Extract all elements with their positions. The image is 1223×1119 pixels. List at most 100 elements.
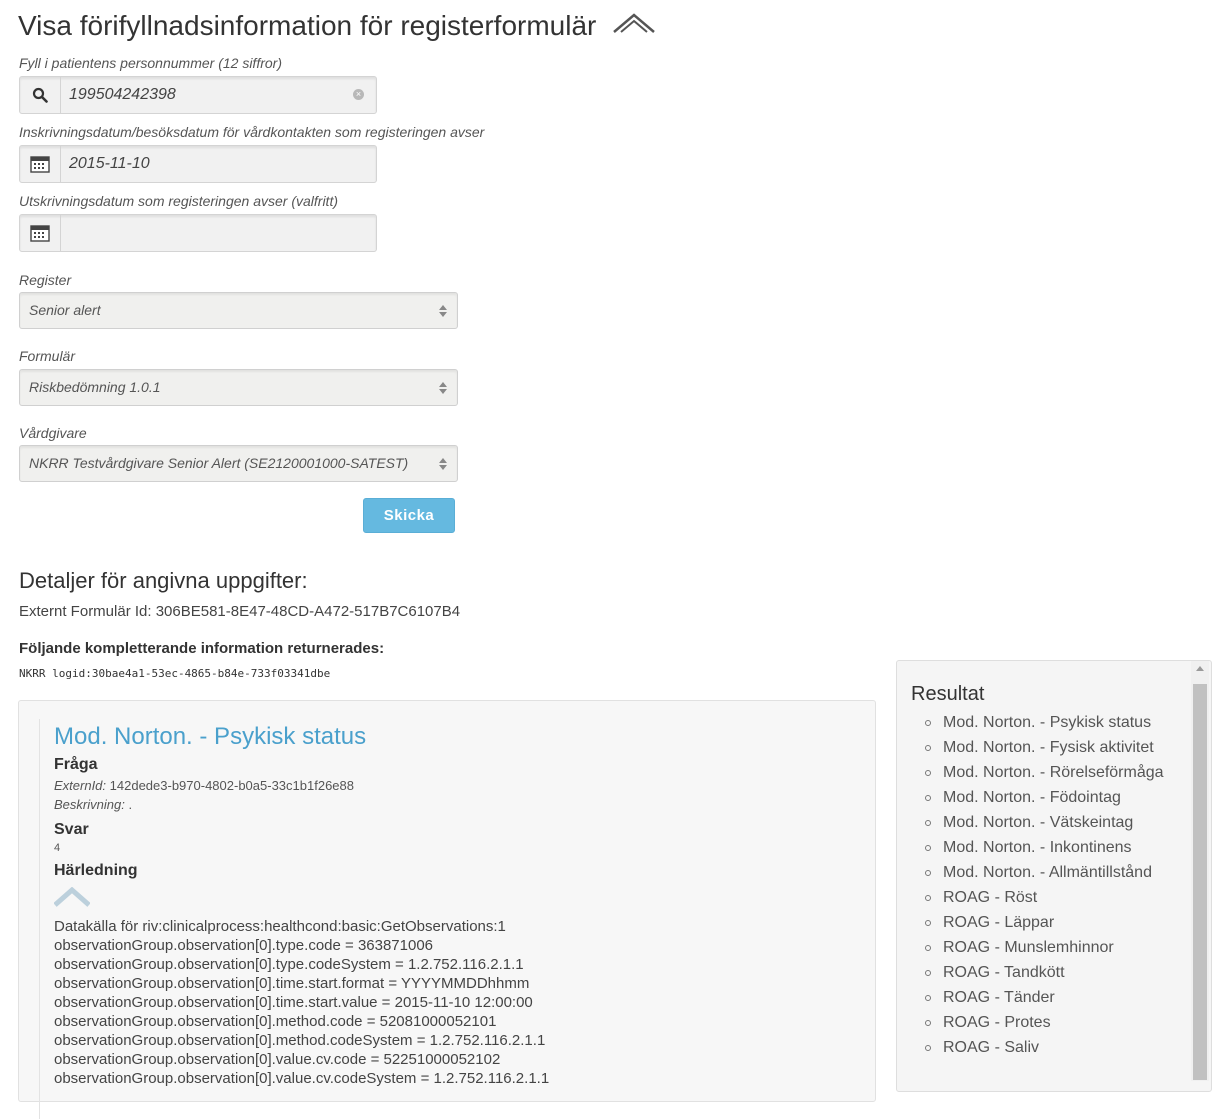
select-arrows-icon (438, 457, 448, 476)
derivation-line: observationGroup.observation[0].time.sta… (54, 994, 533, 1011)
results-item[interactable]: Mod. Norton. - Rörelseförmåga (923, 763, 1183, 782)
select-arrows-icon (438, 304, 448, 323)
bullet-icon (925, 845, 931, 851)
beskrivning-key: Beskrivning: (54, 797, 125, 812)
page-title-text: Visa förifyllnadsinformation för registe… (18, 10, 597, 41)
results-item-label[interactable]: ROAG - Röst (943, 889, 1037, 906)
results-item-label[interactable]: ROAG - Munslemhinnor (943, 939, 1114, 956)
results-item-label[interactable]: ROAG - Saliv (943, 1039, 1039, 1056)
results-item-label[interactable]: ROAG - Läppar (943, 914, 1054, 931)
personnummer-field[interactable]: 199504242398 × (19, 76, 377, 114)
results-item[interactable]: Mod. Norton. - Vätskeintag (923, 813, 1183, 832)
derivation-line: observationGroup.observation[0].method.c… (54, 1013, 497, 1030)
external-id-key: ExternId: (54, 778, 107, 793)
fraga-heading: Fråga (54, 756, 98, 773)
question-title[interactable]: Mod. Norton. - Psykisk status (54, 723, 366, 751)
log-id: NKRR logid:30bae4a1-53ec-4865-b84e-733f0… (19, 667, 331, 680)
results-scrollbar-thumb[interactable] (1193, 684, 1207, 1080)
results-title: Resultat (911, 683, 985, 705)
results-item-label[interactable]: Mod. Norton. - Vätskeintag (943, 814, 1133, 831)
results-item[interactable]: ROAG - Läppar (923, 913, 1183, 932)
scroll-up-arrow-icon[interactable] (1196, 666, 1204, 671)
derivation-line: observationGroup.observation[0].time.sta… (54, 975, 530, 992)
register-selected-value: Senior alert (29, 302, 101, 318)
results-item[interactable]: Mod. Norton. - Allmäntillstånd (923, 863, 1183, 882)
results-item-label[interactable]: ROAG - Tänder (943, 989, 1055, 1006)
bullet-icon (925, 1020, 931, 1026)
formular-select[interactable]: Riskbedömning 1.0.1 (19, 369, 458, 406)
details-heading: Detaljer för angivna uppgifter: (19, 568, 308, 593)
derivation-line: observationGroup.observation[0].type.cod… (54, 937, 434, 954)
calendar-icon[interactable] (20, 146, 61, 182)
beskrivning-value: . (128, 797, 133, 812)
derivation-line: observationGroup.observation[0].value.cv… (54, 1070, 550, 1087)
collapse-chevron-icon[interactable] (53, 886, 91, 912)
svar-value: 4 (54, 842, 61, 854)
results-item[interactable]: Mod. Norton. - Födointag (923, 788, 1183, 807)
personnummer-value[interactable]: 199504242398 (69, 77, 176, 113)
bullet-icon (925, 870, 931, 876)
utskrivning-label: Utskrivningsdatum som registeringen avse… (19, 193, 338, 209)
external-form-id: Externt Formulär Id: 306BE581-8E47-48CD-… (19, 603, 461, 620)
svar-heading: Svar (54, 821, 89, 838)
formular-label: Formulär (19, 348, 76, 364)
results-item-label[interactable]: Mod. Norton. - Födointag (943, 789, 1121, 806)
calendar-icon[interactable] (20, 215, 61, 251)
results-item[interactable]: ROAG - Protes (923, 1013, 1183, 1032)
derivation-line: observationGroup.observation[0].method.c… (54, 1032, 546, 1049)
personnummer-label: Fyll i patientens personnummer (12 siffr… (19, 55, 282, 71)
bullet-icon (925, 945, 931, 951)
results-item-label[interactable]: ROAG - Tandkött (943, 964, 1065, 981)
derivation-line: Datakälla för riv:clinicalprocess:health… (54, 918, 506, 935)
clear-input-icon[interactable]: × (353, 89, 364, 100)
inskrivning-date-field[interactable]: 2015-11-10 (19, 145, 377, 183)
submit-button[interactable]: Skicka (363, 498, 455, 533)
formular-selected-value: Riskbedömning 1.0.1 (29, 379, 161, 395)
register-label: Register (19, 272, 72, 288)
external-id-line: ExternId: 142dede3-b970-4802-b0a5-33c1b1… (54, 778, 354, 793)
bullet-icon (925, 995, 931, 1001)
vardgivare-select[interactable]: NKRR Testvårdgivare Senior Alert (SE2120… (19, 445, 458, 482)
search-icon (20, 77, 61, 113)
results-item[interactable]: Mod. Norton. - Inkontinens (923, 838, 1183, 857)
page-title: Visa förifyllnadsinformation för registe… (18, 10, 656, 42)
results-item[interactable]: ROAG - Saliv (923, 1038, 1183, 1057)
collapse-chevron-icon[interactable] (612, 9, 656, 41)
derivation-text: Datakälla för riv:clinicalprocess:health… (54, 917, 549, 1088)
vardgivare-label: Vårdgivare (19, 425, 87, 441)
bullet-icon (925, 795, 931, 801)
results-item-label[interactable]: Mod. Norton. - Inkontinens (943, 839, 1132, 856)
utskrivning-date-field[interactable] (19, 214, 377, 252)
bullet-icon (925, 745, 931, 751)
results-item-label[interactable]: Mod. Norton. - Fysisk aktivitet (943, 739, 1154, 756)
results-item[interactable]: ROAG - Tandkött (923, 963, 1183, 982)
harledning-heading: Härledning (54, 862, 138, 879)
results-item-label[interactable]: Mod. Norton. - Allmäntillstånd (943, 864, 1152, 881)
results-item-label[interactable]: Mod. Norton. - Rörelseförmåga (943, 764, 1164, 781)
bullet-icon (925, 1045, 931, 1051)
bullet-icon (925, 895, 931, 901)
derivation-line: observationGroup.observation[0].type.cod… (54, 956, 524, 973)
results-item[interactable]: ROAG - Tänder (923, 988, 1183, 1007)
select-arrows-icon (438, 381, 448, 400)
results-list: Mod. Norton. - Psykisk status Mod. Norto… (923, 713, 1183, 1063)
bullet-icon (925, 970, 931, 976)
register-select[interactable]: Senior alert (19, 292, 458, 329)
bullet-icon (925, 720, 931, 726)
bullet-icon (925, 770, 931, 776)
results-item[interactable]: Mod. Norton. - Fysisk aktivitet (923, 738, 1183, 757)
results-item[interactable]: ROAG - Munslemhinnor (923, 938, 1183, 957)
results-item[interactable]: Mod. Norton. - Psykisk status (923, 713, 1183, 732)
results-item-label[interactable]: ROAG - Protes (943, 1014, 1051, 1031)
derivation-line: observationGroup.observation[0].value.cv… (54, 1051, 501, 1068)
external-id-value: 142dede3-b970-4802-b0a5-33c1b1f26e88 (109, 778, 354, 793)
vardgivare-selected-value: NKRR Testvårdgivare Senior Alert (SE2120… (29, 455, 409, 471)
question-card: Mod. Norton. - Psykisk status Fråga Exte… (18, 700, 876, 1119)
results-item[interactable]: ROAG - Röst (923, 888, 1183, 907)
bullet-icon (925, 820, 931, 826)
inskrivning-label: Inskrivningsdatum/besöksdatum för vårdko… (19, 124, 485, 140)
results-panel: Resultat Mod. Norton. - Psykisk status M… (896, 660, 1212, 1092)
bullet-icon (925, 920, 931, 926)
inskrivning-value[interactable]: 2015-11-10 (69, 146, 150, 182)
results-item-label[interactable]: Mod. Norton. - Psykisk status (943, 714, 1151, 731)
